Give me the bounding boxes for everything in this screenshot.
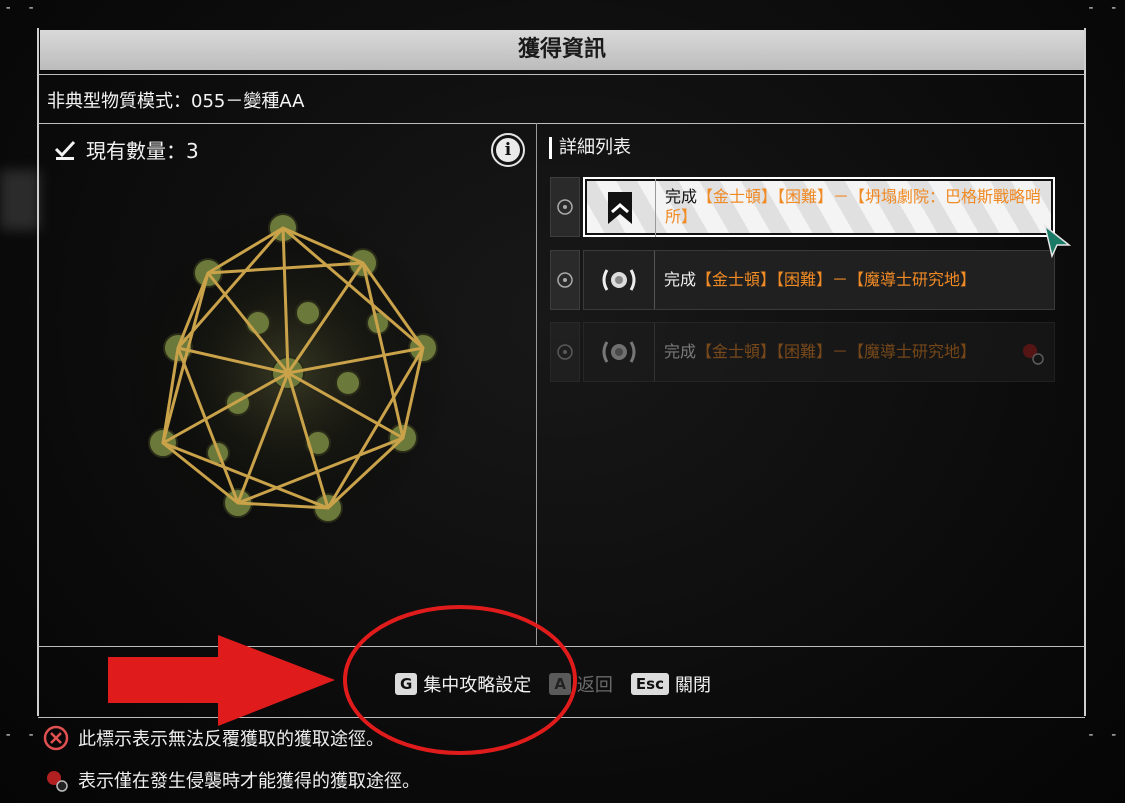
subtitle-row: 非典型物質模式：055－變種AA xyxy=(38,74,1085,124)
owned-count: 現有數量：3 xyxy=(52,135,199,164)
row-source: 【金士頓】【困難】－【魔導士研究地】 xyxy=(696,342,977,361)
target-icon[interactable] xyxy=(550,250,580,310)
acquisition-row-text: 完成【金士頓】【困難】－【魔導士研究地】 xyxy=(664,270,1044,290)
close-button[interactable]: 關閉 xyxy=(675,671,711,697)
background-blur xyxy=(0,170,40,230)
checkbox-check-icon xyxy=(54,140,76,160)
cursor-arrow-icon xyxy=(1043,224,1072,259)
info-icon: i xyxy=(496,138,520,162)
corner-mark: - - xyxy=(4,0,39,16)
key-hints: G 集中攻略設定 A 返回 Esc 關閉 xyxy=(395,671,729,697)
invasion-icon xyxy=(47,771,68,792)
target-icon[interactable] xyxy=(550,322,580,382)
detail-list-panel: 詳細列表 完成【金士頓】【困難】－【坍塌劇院：巴格斯戰略哨所】 完成【金士頓】【… xyxy=(537,123,1085,645)
acquisition-row[interactable]: 完成【金士頓】【困難】－【坍塌劇院：巴格斯戰略哨所】 xyxy=(550,177,1055,237)
detail-list-title: 詳細列表 xyxy=(549,137,631,159)
invasion-icon xyxy=(1023,344,1044,365)
acquisition-row-body[interactable]: 完成【金士頓】【困難】－【魔導士研究地】 xyxy=(583,250,1055,310)
info-button[interactable]: i xyxy=(491,133,525,167)
row-prefix: 完成 xyxy=(664,342,697,361)
rank-chevron-icon xyxy=(585,179,656,237)
key-g[interactable]: G xyxy=(395,673,418,695)
acquisition-row-body[interactable]: 完成【金士頓】【困難】－【魔導士研究地】 xyxy=(583,322,1055,382)
target-icon[interactable] xyxy=(550,177,580,237)
footer-bar: G 集中攻略設定 A 返回 Esc 關閉 xyxy=(38,646,1085,718)
legend-text: 此標示表示無法反覆獲取的獲取途徑。 xyxy=(78,729,384,750)
row-prefix: 完成 xyxy=(665,187,698,206)
owned-count-label: 現有數量：3 xyxy=(86,139,199,163)
row-source: 【金士頓】【困難】－【坍塌劇院：巴格斯戰略哨所】 xyxy=(665,187,1042,226)
acquisition-row-text: 完成【金士頓】【困難】－【魔導士研究地】 xyxy=(664,342,1044,362)
item-name: 非典型物質模式：055－變種AA xyxy=(47,91,305,112)
row-source: 【金士頓】【困難】－【魔導士研究地】 xyxy=(696,270,977,289)
corner-mark: - - xyxy=(4,727,39,743)
acquisition-row[interactable]: 完成【金士頓】【困難】－【魔導士研究地】 xyxy=(550,322,1055,382)
key-a[interactable]: A xyxy=(549,673,571,695)
corner-mark: - - xyxy=(1086,0,1121,16)
unrepeatable-icon xyxy=(43,725,69,751)
broadcast-icon xyxy=(584,323,655,381)
window-title: 獲得資訊 xyxy=(40,30,1084,70)
item-preview-panel: 現有數量：3 i xyxy=(38,123,537,645)
broadcast-icon xyxy=(584,251,655,309)
corner-mark: - - xyxy=(1086,727,1121,743)
acquisition-row-body[interactable]: 完成【金士頓】【困難】－【坍塌劇院：巴格斯戰略哨所】 xyxy=(583,177,1055,237)
legend-unrepeatable: 此標示表示無法反覆獲取的獲取途徑。 xyxy=(42,724,384,752)
back-button[interactable]: 返回 xyxy=(577,671,613,697)
legend-invasion: 表示僅在發生侵襲時才能獲得的獲取途徑。 xyxy=(42,766,420,794)
key-esc[interactable]: Esc xyxy=(630,673,669,695)
focus-strategy-settings-button[interactable]: 集中攻略設定 xyxy=(423,671,531,697)
row-prefix: 完成 xyxy=(664,270,697,289)
acquisition-row-text: 完成【金士頓】【困難】－【坍塌劇院：巴格斯戰略哨所】 xyxy=(665,187,1045,227)
legend-text: 表示僅在發生侵襲時才能獲得的獲取途徑。 xyxy=(78,771,420,792)
acquisition-row[interactable]: 完成【金士頓】【困難】－【魔導士研究地】 xyxy=(550,250,1055,310)
artifact-crystal-image xyxy=(123,208,453,538)
